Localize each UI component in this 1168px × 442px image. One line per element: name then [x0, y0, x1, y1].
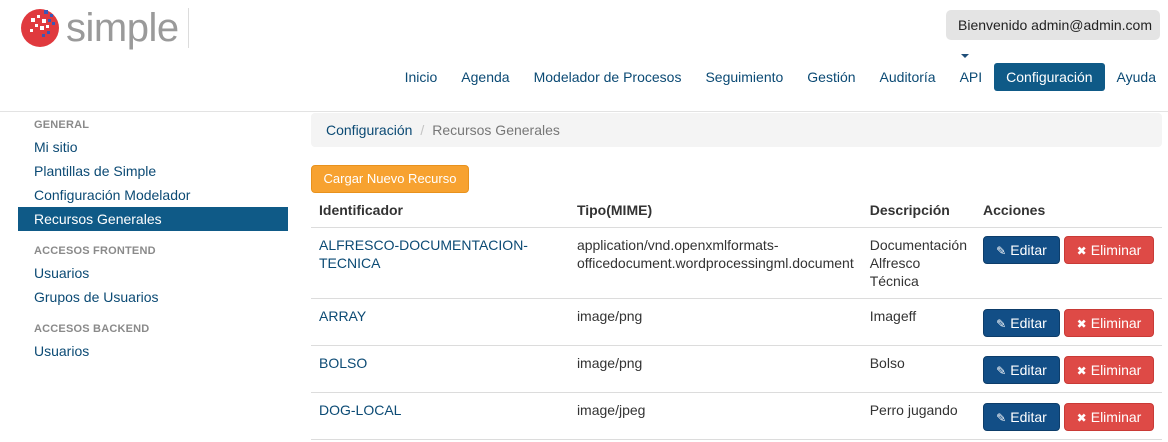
resource-actions: ✎ Editar ✖ Eliminar — [975, 227, 1162, 299]
resource-description: Bolso — [861, 345, 975, 393]
close-icon: ✖ — [1076, 316, 1087, 331]
edit-button-label: Editar — [1010, 241, 1047, 258]
user-menu-button[interactable]: Bienvenido admin@admin.com — [946, 10, 1160, 59]
edit-icon: ✎ — [996, 316, 1007, 331]
edit-icon: ✎ — [996, 243, 1007, 258]
nav-seguimiento[interactable]: Seguimiento — [693, 63, 795, 91]
delete-button[interactable]: ✖ Eliminar — [1064, 402, 1154, 431]
table-row: DOG-LOCAL image/jpeg Perro jugando ✎ Edit… — [311, 392, 1162, 440]
edit-button[interactable]: ✎ Editar — [983, 355, 1060, 384]
sidebar-section-general: GENERAL — [34, 119, 90, 131]
sidebar: GENERAL Mi sitio Plantillas de Simple Co… — [18, 112, 288, 363]
column-header-descripcion: Descripción — [861, 193, 975, 228]
resource-mime: image/jpeg — [568, 392, 862, 440]
resource-mime: application/vnd.openxmlformats-officedoc… — [568, 227, 862, 299]
edit-icon: ✎ — [996, 363, 1007, 378]
resource-description-line: Documentación — [869, 236, 967, 253]
resource-description: Perro jugando — [861, 392, 975, 440]
nav-agenda[interactable]: Agenda — [449, 63, 521, 91]
delete-button[interactable]: ✖ Eliminar — [1064, 355, 1154, 384]
sidebar-section-accesos-backend: ACCESOS BACKEND — [34, 323, 150, 335]
edit-button[interactable]: ✎ Editar — [983, 308, 1060, 337]
logo-mark-icon — [21, 9, 59, 47]
edit-button[interactable]: ✎ Editar — [983, 402, 1060, 431]
edit-button[interactable]: ✎ Editar — [983, 235, 1060, 264]
resource-identifier[interactable]: BOLSO — [311, 345, 569, 393]
sidebar-item-plantillas[interactable]: Plantillas de Simple — [18, 159, 288, 183]
close-icon: ✖ — [1076, 363, 1087, 378]
close-icon: ✖ — [1076, 243, 1087, 258]
resource-identifier[interactable]: DOG-LOCAL — [311, 392, 569, 440]
nav-modelador-procesos[interactable]: Modelador de Procesos — [522, 63, 694, 91]
nav-ayuda[interactable]: Ayuda — [1105, 63, 1168, 91]
resource-identifier[interactable]: ARRAY — [311, 298, 569, 346]
resource-description: Imageff — [861, 298, 975, 346]
sidebar-section-accesos-frontend: ACCESOS FRONTEND — [34, 245, 156, 257]
caret-down-icon — [961, 54, 969, 59]
column-header-acciones: Acciones — [975, 193, 1162, 228]
resource-description-line: Alfresco — [869, 254, 921, 271]
table-row: BOLSO image/png Bolso ✎ Editar ✖ Eliminar — [311, 345, 1162, 393]
resource-actions: ✎ Editar ✖ Eliminar — [975, 298, 1162, 346]
delete-button-label: Eliminar — [1090, 361, 1142, 378]
resource-mime: image/png — [568, 298, 862, 346]
close-icon: ✖ — [1076, 410, 1087, 425]
edit-icon: ✎ — [996, 410, 1007, 425]
delete-button[interactable]: ✖ Eliminar — [1064, 235, 1154, 264]
delete-button-label: Eliminar — [1090, 241, 1142, 258]
delete-button-label: Eliminar — [1090, 314, 1142, 331]
sidebar-item-mi-sitio[interactable]: Mi sitio — [18, 135, 288, 159]
breadcrumb-configuracion[interactable]: Configuración — [326, 122, 412, 138]
nav-api[interactable]: API — [948, 63, 995, 91]
logo[interactable]: simple — [18, 6, 179, 50]
column-header-tipo-mime: Tipo(MIME) — [568, 193, 862, 228]
resources-table: Identificador Tipo(MIME) Descripción Acc… — [311, 193, 1162, 440]
user-menu-label: Bienvenido admin@admin.com — [958, 17, 1152, 33]
resource-mime: image/png — [568, 345, 862, 393]
nav-gestion[interactable]: Gestión — [795, 63, 867, 91]
header-divider — [188, 8, 189, 48]
resource-identifier-text[interactable]: ALFRESCO-DOCUMENTACION-TECNICA — [319, 237, 528, 271]
sidebar-item-configuracion-modelador[interactable]: Configuración Modelador — [18, 183, 288, 207]
resource-mime-line: application/vnd.openxmlformats- — [576, 236, 779, 253]
nav-inicio[interactable]: Inicio — [393, 63, 450, 91]
sidebar-item-usuarios-backend[interactable]: Usuarios — [18, 339, 288, 363]
resource-actions: ✎ Editar ✖ Eliminar — [975, 392, 1162, 440]
nav-configuracion[interactable]: Configuración — [994, 63, 1105, 91]
table-row: ALFRESCO-DOCUMENTACION-TECNICA applicati… — [311, 227, 1162, 299]
sidebar-item-usuarios-frontend[interactable]: Usuarios — [18, 261, 288, 285]
edit-button-label: Editar — [1010, 314, 1047, 331]
resource-actions: ✎ Editar ✖ Eliminar — [975, 345, 1162, 393]
edit-button-label: Editar — [1010, 408, 1047, 425]
upload-resource-button[interactable]: Cargar Nuevo Recurso — [311, 165, 469, 193]
breadcrumb-current: Recursos Generales — [432, 122, 560, 138]
table-row: ARRAY image/png Imageff ✎ Editar ✖ Elimina… — [311, 298, 1162, 346]
logo-text: simple — [66, 6, 179, 50]
delete-button-label: Eliminar — [1090, 408, 1142, 425]
table-header-row: Identificador Tipo(MIME) Descripción Acc… — [311, 193, 1162, 228]
breadcrumb-separator: / — [420, 122, 425, 138]
delete-button[interactable]: ✖ Eliminar — [1064, 308, 1154, 337]
resource-mime-line: officedocument.wordprocessingml.document — [576, 254, 854, 271]
resource-description-line: Técnica — [869, 272, 919, 289]
sidebar-item-grupos-usuarios[interactable]: Grupos de Usuarios — [18, 285, 288, 309]
breadcrumb: Configuración / Recursos Generales — [311, 113, 1162, 147]
page-header: simple Bienvenido admin@admin.com Inicio… — [0, 0, 1168, 112]
resource-description: Documentación Alfresco Técnica — [861, 227, 975, 299]
sidebar-item-recursos-generales[interactable]: Recursos Generales — [18, 207, 288, 231]
nav-auditoria[interactable]: Auditoría — [868, 63, 948, 91]
column-header-identificador: Identificador — [311, 193, 569, 228]
main-nav: Inicio Agenda Modelador de Procesos Segu… — [393, 63, 1168, 91]
resource-identifier[interactable]: ALFRESCO-DOCUMENTACION-TECNICA — [311, 227, 569, 299]
edit-button-label: Editar — [1010, 361, 1047, 378]
